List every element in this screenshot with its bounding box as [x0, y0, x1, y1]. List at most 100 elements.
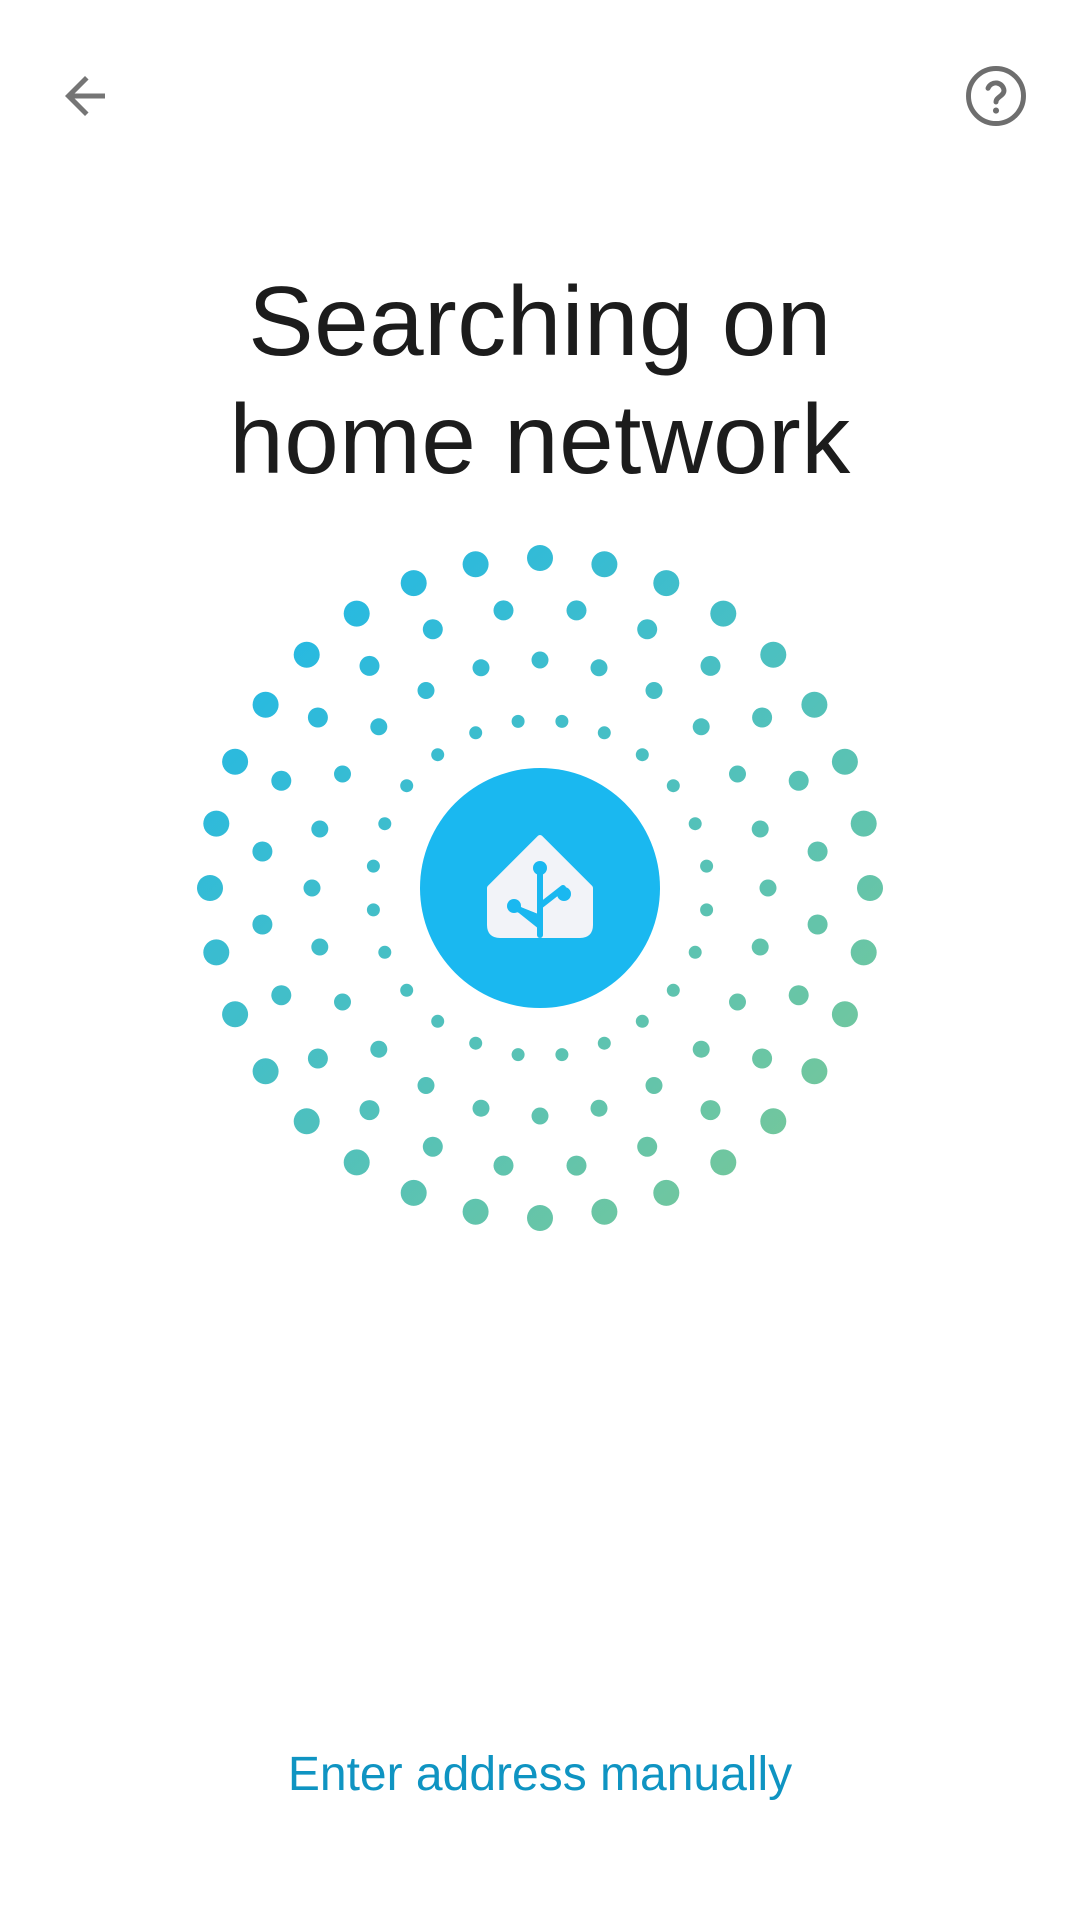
search-dot [431, 1014, 445, 1028]
search-dot [400, 983, 414, 997]
search-dot [807, 914, 828, 935]
search-dot [472, 659, 490, 677]
search-dot [370, 718, 388, 736]
search-dot [666, 983, 680, 997]
search-dot [729, 993, 746, 1011]
search-dot [511, 1048, 525, 1062]
search-dot [343, 600, 370, 627]
search-dot [400, 1179, 427, 1206]
search-dot [850, 939, 877, 966]
help-circle-icon [966, 66, 1026, 126]
search-dot [801, 691, 828, 718]
search-dot [729, 765, 746, 783]
search-dot [311, 938, 329, 956]
search-dot [417, 1077, 435, 1094]
search-dot [857, 875, 883, 901]
search-dot [807, 841, 828, 862]
search-dot [831, 1001, 858, 1028]
back-button[interactable] [35, 46, 135, 146]
search-dot [645, 682, 663, 699]
search-dot [307, 707, 328, 728]
search-dot [531, 1107, 549, 1125]
search-dot [666, 779, 680, 793]
search-dot [222, 1001, 249, 1028]
search-dot [692, 1040, 710, 1058]
search-dot [469, 1036, 483, 1050]
search-dot [700, 903, 714, 917]
search-dot [469, 726, 483, 740]
search-dot [566, 600, 587, 621]
search-dot [751, 938, 769, 956]
search-dot [359, 655, 380, 676]
search-dot [597, 726, 611, 740]
help-button[interactable] [946, 46, 1046, 146]
search-dot [653, 570, 680, 597]
search-dot [555, 1048, 569, 1062]
home-assistant-logo-icon [487, 835, 593, 938]
search-dot [472, 1099, 490, 1117]
search-dot [422, 619, 443, 640]
search-dot [597, 1036, 611, 1050]
search-dot [637, 1136, 658, 1157]
search-dot [271, 770, 292, 791]
search-dot [700, 859, 714, 873]
search-dot [422, 1136, 443, 1157]
search-dot [252, 1058, 279, 1085]
search-dot [752, 707, 773, 728]
search-dot [760, 1108, 787, 1135]
search-dot [710, 600, 737, 627]
search-dot [531, 651, 549, 669]
search-dot [197, 875, 223, 901]
page-title-line-1: Searching on [248, 266, 832, 376]
search-dot [688, 817, 702, 831]
search-dot [431, 748, 445, 762]
search-dot [271, 985, 292, 1006]
search-dot [788, 770, 809, 791]
search-dot [527, 545, 553, 571]
search-dot [752, 1048, 773, 1069]
search-dot [751, 820, 769, 838]
arrow-left-icon [65, 76, 105, 116]
search-dot [760, 641, 787, 668]
search-dot [334, 765, 351, 783]
search-dot [307, 1048, 328, 1069]
search-dot [203, 810, 230, 837]
enter-address-manually-link[interactable]: Enter address manually [0, 1745, 1080, 1805]
search-dot [566, 1155, 587, 1176]
search-dot [591, 1198, 618, 1225]
search-dot [850, 810, 877, 837]
search-dot [462, 551, 489, 578]
search-dot [688, 945, 702, 959]
search-dot [222, 748, 249, 775]
search-dot [653, 1179, 680, 1206]
search-dot [359, 1100, 380, 1121]
search-dot [203, 939, 230, 966]
search-dot [645, 1077, 663, 1094]
search-dot [710, 1149, 737, 1176]
search-dot [700, 655, 721, 676]
searching-dots [197, 545, 883, 1231]
search-dot [462, 1198, 489, 1225]
search-dot [252, 841, 273, 862]
search-dot [343, 1149, 370, 1176]
search-dot [417, 682, 435, 699]
search-dot [378, 817, 392, 831]
search-dot [400, 779, 414, 793]
search-dot [366, 903, 380, 917]
page-title: Searching on home network [0, 262, 1080, 498]
search-dot [635, 1014, 649, 1028]
search-dot [692, 718, 710, 736]
search-dot [400, 570, 427, 597]
search-dot [635, 748, 649, 762]
page-title-line-2: home network [229, 384, 851, 494]
search-dot [378, 945, 392, 959]
search-dot [590, 1099, 608, 1117]
search-dot [700, 1100, 721, 1121]
search-dot [527, 1205, 553, 1231]
search-dot [493, 1155, 514, 1176]
search-dot [511, 714, 525, 728]
search-dot [759, 879, 777, 897]
search-dot [370, 1040, 388, 1058]
search-dot [252, 914, 273, 935]
search-dot [252, 691, 279, 718]
